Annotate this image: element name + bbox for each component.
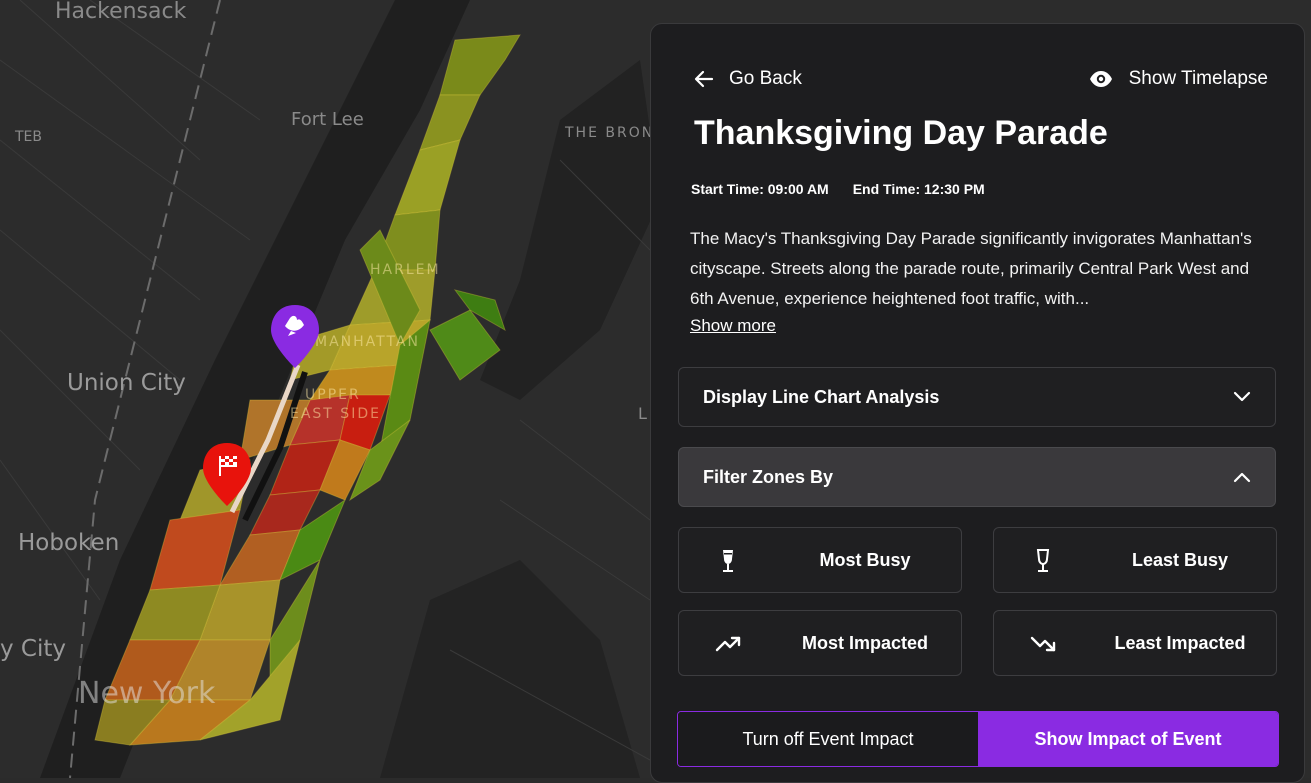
event-description: The Macy's Thanksgiving Day Parade signi… [690, 229, 1252, 308]
filter-least-busy-label: Least Busy [1131, 550, 1229, 570]
filter-most-impacted-label: Most Impacted [801, 633, 929, 653]
turn-off-event-impact-button[interactable]: Turn off Event Impact [678, 712, 978, 766]
map-label-jersey-city: y City [0, 636, 66, 662]
map-label-hackensack: Hackensack [55, 0, 187, 24]
panel-topbar: Go Back Show Timelapse [693, 68, 1268, 98]
event-impact-toggle: Turn off Event Impact Show Impact of Eve… [677, 711, 1279, 767]
map-label-east-side: EAST SIDE [290, 406, 381, 422]
map-label-harlem: HARLEM [370, 262, 441, 278]
show-timelapse-label: Show Timelapse [1128, 68, 1268, 89]
show-timelapse-button[interactable]: Show Timelapse [1089, 68, 1268, 90]
arrow-left-icon [694, 70, 714, 88]
map-label-edge: L [638, 404, 647, 423]
map-label-new-york: New York [78, 676, 216, 711]
map-label-upper: UPPER [305, 387, 361, 403]
go-back-label: Go Back [729, 68, 802, 89]
filter-most-busy-button[interactable]: Most Busy [678, 527, 962, 593]
chevron-down-icon [1233, 391, 1251, 402]
filter-zones-accordion-label: Filter Zones By [703, 466, 834, 487]
filter-zones-accordion[interactable]: Filter Zones By [678, 447, 1276, 507]
map-label-hoboken: Hoboken [18, 530, 119, 556]
show-impact-of-event-button[interactable]: Show Impact of Event [978, 712, 1278, 766]
event-times: Start Time: 09:00 AM End Time: 12:30 PM [691, 181, 985, 197]
filter-most-impacted-button[interactable]: Most Impacted [678, 610, 962, 676]
map-label-the-bronx: THE BRON [564, 125, 654, 141]
map-label-fort-lee: Fort Lee [291, 109, 364, 130]
show-more-link[interactable]: Show more [690, 316, 776, 336]
map-label-teb: TEB [14, 129, 42, 145]
filter-least-impacted-button[interactable]: Least Impacted [993, 610, 1277, 676]
chevron-up-icon [1233, 472, 1251, 483]
filter-least-impacted-label: Least Impacted [1114, 633, 1246, 653]
filter-least-busy-button[interactable]: Least Busy [993, 527, 1277, 593]
eye-icon [1089, 71, 1112, 87]
line-chart-accordion[interactable]: Display Line Chart Analysis [678, 367, 1276, 427]
go-back-button[interactable]: Go Back [693, 68, 802, 90]
event-title: Thanksgiving Day Parade [694, 114, 1108, 152]
end-time: End Time: 12:30 PM [852, 181, 985, 197]
event-details-panel: Go Back Show Timelapse Thanksgiving Day … [650, 23, 1305, 783]
map-label-union-city: Union City [67, 370, 186, 396]
line-chart-accordion-label: Display Line Chart Analysis [703, 386, 940, 407]
filter-most-busy-label: Most Busy [819, 550, 911, 570]
map-label-manhattan: MANHATTAN [315, 334, 420, 350]
start-time: Start Time: 09:00 AM [691, 181, 829, 197]
